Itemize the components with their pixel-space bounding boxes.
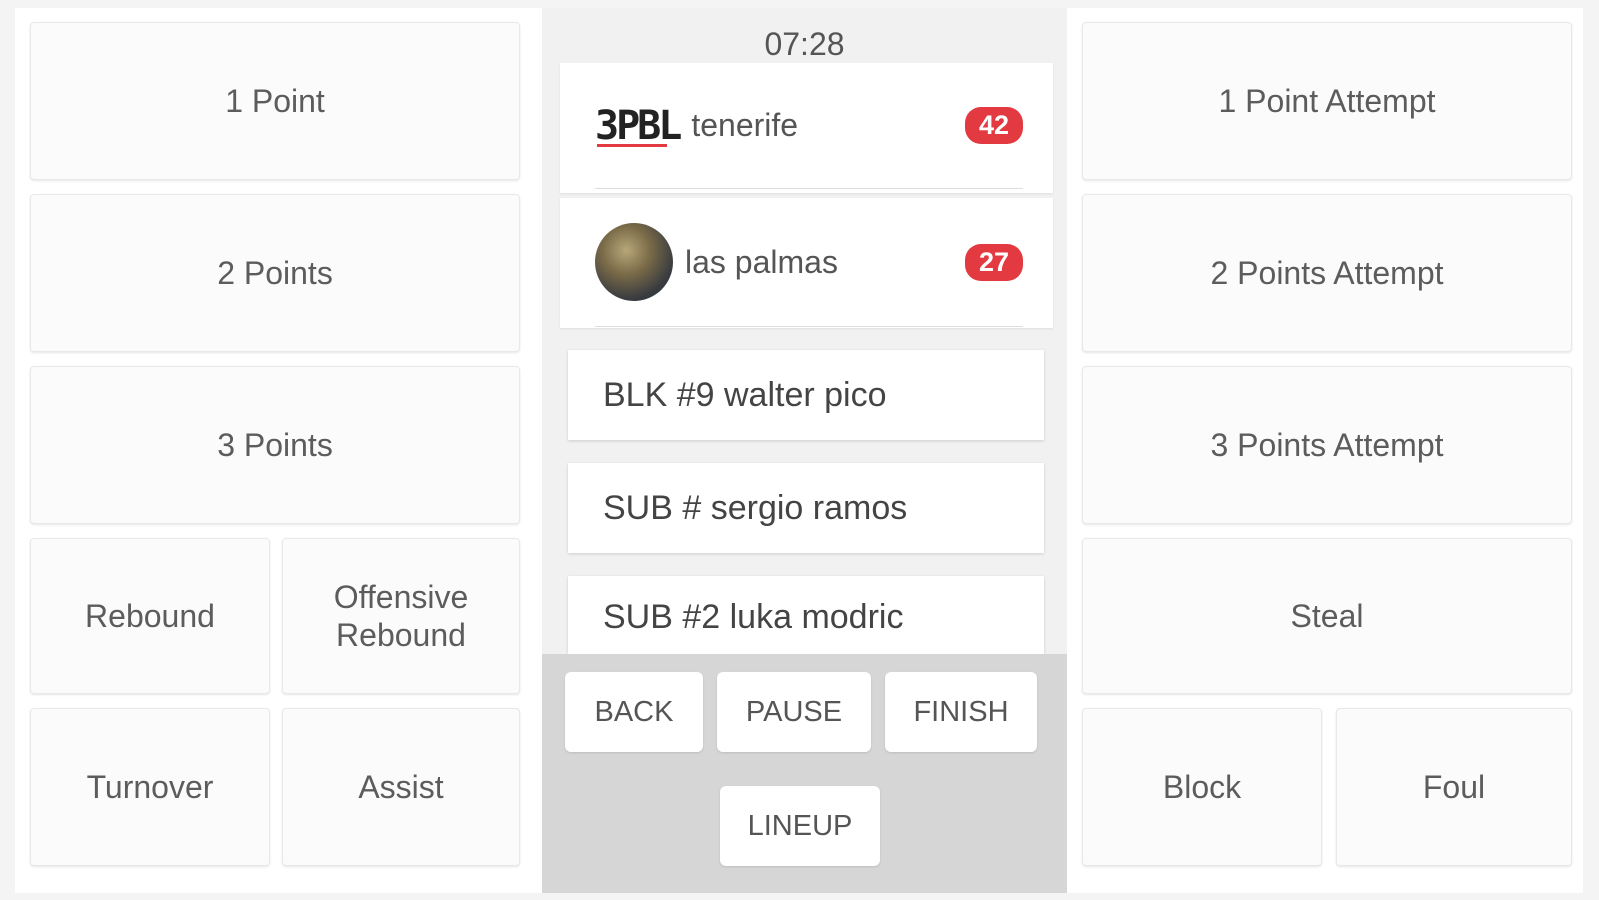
team-name: tenerife: [691, 107, 799, 143]
team-card-away[interactable]: las palmas 27: [560, 198, 1053, 328]
lineup-button[interactable]: LINEUP: [720, 786, 880, 866]
team-avatar-icon: [595, 223, 673, 301]
steal-button[interactable]: Steal: [1082, 538, 1572, 694]
pause-button[interactable]: PAUSE: [717, 672, 871, 752]
turnover-button[interactable]: Turnover: [30, 708, 270, 866]
score-badge: 42: [964, 107, 1023, 144]
three-points-attempt-button[interactable]: 3 Points Attempt: [1082, 366, 1572, 524]
back-button[interactable]: BACK: [565, 672, 703, 752]
one-point-button[interactable]: 1 Point: [30, 22, 520, 180]
rebound-button[interactable]: Rebound: [30, 538, 270, 694]
team-name: las palmas: [685, 243, 838, 280]
foul-button[interactable]: Foul: [1336, 708, 1572, 866]
event-item[interactable]: BLK #9 walter pico: [568, 350, 1044, 440]
offensive-rebound-button[interactable]: Offensive Rebound: [282, 538, 520, 694]
team-card-home[interactable]: 3PBL tenerife 42: [560, 63, 1053, 193]
one-point-attempt-button[interactable]: 1 Point Attempt: [1082, 22, 1572, 180]
game-panel: 07:28 3PBL tenerife 42 las palmas 27 BLK…: [542, 8, 1067, 893]
three-points-button[interactable]: 3 Points: [30, 366, 520, 524]
team-row: las palmas 27: [595, 198, 1023, 327]
block-button[interactable]: Block: [1082, 708, 1322, 866]
score-badge: 27: [964, 243, 1023, 281]
two-points-button[interactable]: 2 Points: [30, 194, 520, 352]
game-controls: BACK PAUSE FINISH LINEUP: [542, 654, 1067, 893]
assist-button[interactable]: Assist: [282, 708, 520, 866]
game-clock: 07:28: [764, 26, 845, 62]
event-item[interactable]: SUB #2 luka modric: [568, 576, 1044, 654]
event-item[interactable]: SUB # sergio ramos: [568, 463, 1044, 553]
team-logo-3pbl-icon: 3PBL: [595, 102, 682, 149]
team-row: 3PBL tenerife 42: [595, 63, 1023, 189]
finish-button[interactable]: FINISH: [885, 672, 1037, 752]
two-points-attempt-button[interactable]: 2 Points Attempt: [1082, 194, 1572, 352]
